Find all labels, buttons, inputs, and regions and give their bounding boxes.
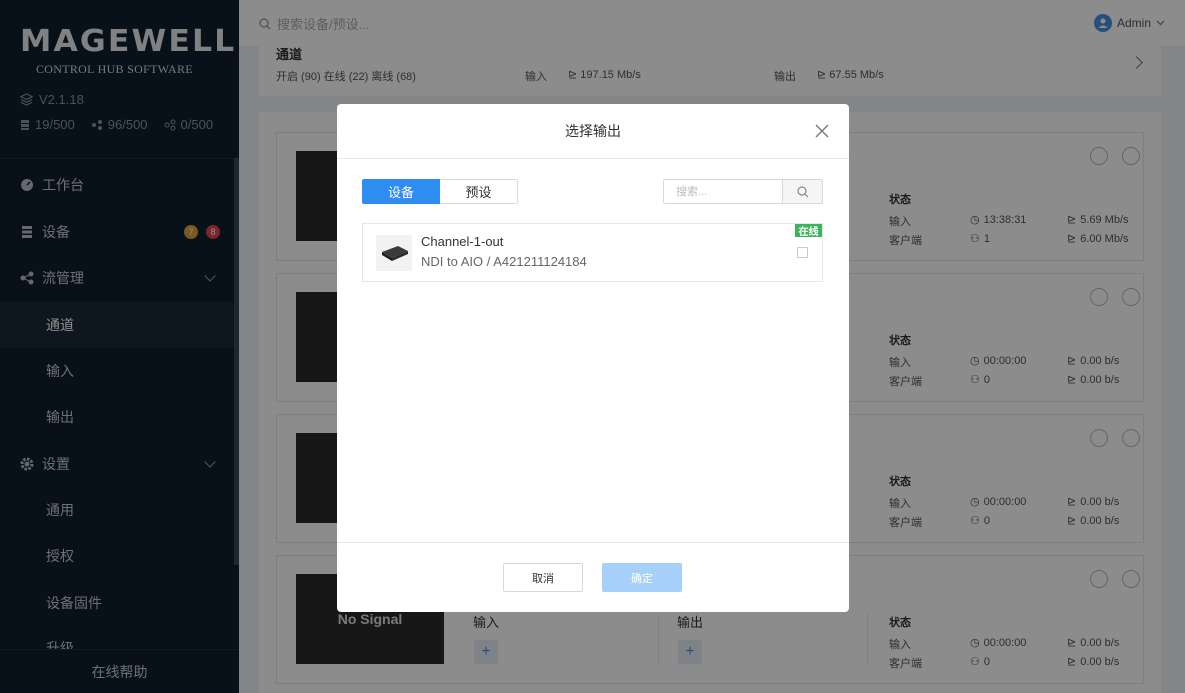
search-button[interactable] [783,179,823,204]
device-list-item[interactable]: Channel-1-out NDI to AIO / A421211124184… [362,223,823,282]
device-details: NDI to AIO / A421211124184 [421,254,587,269]
select-output-dialog: 选择输出 设备 预设 Channel-1-out NDI to AIO / A4… [337,104,849,612]
dialog-search [663,179,823,204]
dialog-title: 选择输出 [337,104,849,159]
tab-preset[interactable]: 预设 [440,179,518,204]
search-input[interactable] [663,179,783,204]
device-image [376,235,412,271]
cancel-button[interactable]: 取消 [503,563,583,592]
close-icon[interactable] [814,123,830,139]
device-checkbox[interactable] [797,247,808,258]
online-status-tag: 在线 [795,224,822,238]
search-icon [796,185,808,197]
tab-device[interactable]: 设备 [362,179,440,204]
divider [337,542,849,543]
confirm-button[interactable]: 确定 [602,563,682,592]
source-tabs: 设备 预设 [362,179,518,204]
device-name: Channel-1-out [421,234,504,249]
